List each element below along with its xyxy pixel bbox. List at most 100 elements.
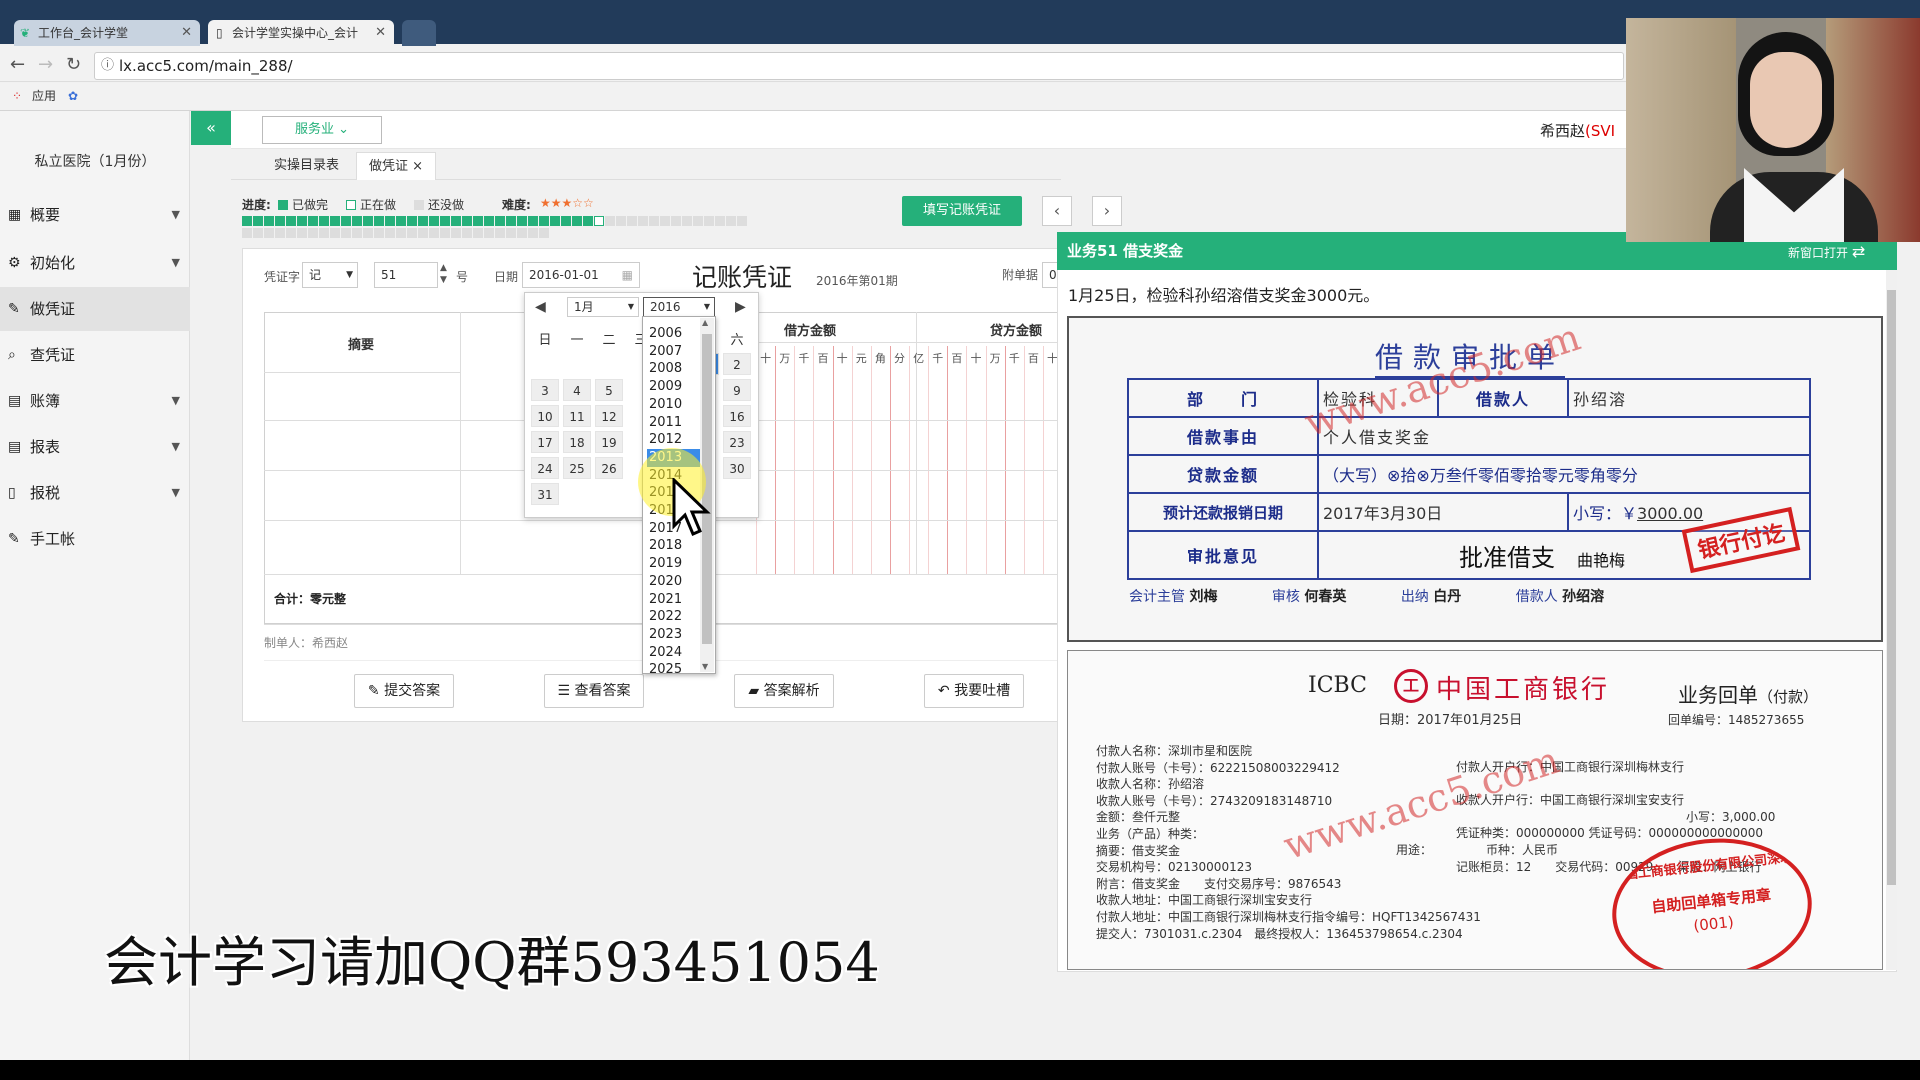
day-cell[interactable]: 9	[723, 379, 751, 401]
back-icon[interactable]: ←	[10, 54, 25, 75]
progress-cell[interactable]	[528, 228, 538, 238]
progress-cell[interactable]	[385, 228, 395, 238]
progress-cell[interactable]	[242, 216, 252, 226]
day-cell[interactable]: 18	[563, 431, 591, 453]
browser-tab-workbench[interactable]: ❦ 工作台_会计学堂 ✕	[14, 20, 200, 46]
progress-cell[interactable]	[605, 216, 615, 226]
progress-cell[interactable]	[363, 228, 373, 238]
year-option[interactable]: 2019	[647, 555, 701, 573]
date-input[interactable]: 2016-01-01 ▦	[522, 262, 640, 288]
fill-voucher-button[interactable]: 填写记账凭证	[902, 196, 1022, 226]
day-cell[interactable]: 5	[595, 379, 623, 401]
progress-cell[interactable]	[330, 228, 340, 238]
progress-cell[interactable]	[484, 216, 494, 226]
progress-cell[interactable]	[297, 216, 307, 226]
progress-cell[interactable]	[319, 216, 329, 226]
year-option[interactable]: 2010	[647, 396, 701, 414]
sidebar-item-reports[interactable]: ▤ 报表 ▼	[0, 425, 190, 469]
progress-cell[interactable]	[429, 228, 439, 238]
progress-cell[interactable]	[649, 216, 659, 226]
progress-cell[interactable]	[308, 216, 318, 226]
progress-cell[interactable]	[440, 216, 450, 226]
progress-cell[interactable]	[385, 216, 395, 226]
progress-cell[interactable]	[286, 228, 296, 238]
year-select[interactable]: 2016 ▼	[643, 297, 715, 317]
year-option[interactable]: 2021	[647, 591, 701, 609]
year-option[interactable]: 2020	[647, 573, 701, 591]
progress-cell[interactable]	[374, 216, 384, 226]
progress-cell[interactable]	[462, 228, 472, 238]
new-tab-button[interactable]	[402, 20, 436, 46]
progress-cell[interactable]	[352, 228, 362, 238]
day-cell[interactable]: 19	[595, 431, 623, 453]
progress-cell[interactable]	[253, 228, 263, 238]
progress-cell[interactable]	[440, 228, 450, 238]
progress-cell[interactable]	[286, 216, 296, 226]
industry-select[interactable]: 服务业 ⌄	[262, 116, 382, 144]
progress-cell[interactable]	[264, 216, 274, 226]
progress-cell[interactable]	[396, 228, 406, 238]
voucher-number-input[interactable]: 51	[374, 262, 438, 288]
progress-cell[interactable]	[484, 228, 494, 238]
year-option[interactable]: 2007	[647, 343, 701, 361]
voucher-word-select[interactable]: 记 ▼	[302, 262, 358, 288]
paw-icon[interactable]: ✿	[68, 89, 78, 103]
progress-cell[interactable]	[396, 216, 406, 226]
year-option[interactable]: 2008	[647, 360, 701, 378]
progress-cell[interactable]	[737, 216, 747, 226]
day-cell[interactable]: 10	[531, 405, 559, 427]
day-cell[interactable]: 4	[563, 379, 591, 401]
progress-cell[interactable]	[330, 216, 340, 226]
day-cell[interactable]: 24	[531, 457, 559, 479]
sidebar-item-init[interactable]: ⚙ 初始化 ▼	[0, 241, 190, 285]
answer-explain-button[interactable]: ▰ 答案解析	[734, 674, 834, 708]
prev-button[interactable]: ‹	[1042, 196, 1072, 226]
sidebar-item-ledger[interactable]: ▤ 账簿 ▼	[0, 379, 190, 423]
progress-cell[interactable]	[242, 228, 252, 238]
progress-cell[interactable]	[264, 228, 274, 238]
progress-cell[interactable]	[693, 216, 703, 226]
day-cell[interactable]: 17	[531, 431, 559, 453]
progress-cell[interactable]	[418, 228, 428, 238]
day-cell[interactable]: 12	[595, 405, 623, 427]
progress-cell[interactable]	[704, 216, 714, 226]
progress-cell[interactable]	[275, 216, 285, 226]
year-option[interactable]: 2012	[647, 431, 701, 449]
progress-cell[interactable]	[374, 228, 384, 238]
open-new-window-link[interactable]: 新窗口打开 ⇄	[1788, 242, 1865, 261]
day-cell[interactable]: 30	[723, 457, 751, 479]
progress-cell[interactable]	[671, 216, 681, 226]
progress-cell[interactable]	[572, 216, 582, 226]
progress-cell[interactable]	[407, 216, 417, 226]
day-cell[interactable]: 11	[563, 405, 591, 427]
progress-cell[interactable]	[363, 216, 373, 226]
url-input[interactable]: ⓘ lx.acc5.com/main_288/	[94, 52, 1624, 80]
year-option[interactable]: 2009	[647, 378, 701, 396]
progress-cell[interactable]	[726, 216, 736, 226]
day-cell[interactable]: 26	[595, 457, 623, 479]
reload-icon[interactable]: ↻	[66, 54, 81, 75]
progress-cell[interactable]	[297, 228, 307, 238]
progress-cell[interactable]	[407, 228, 417, 238]
progress-cell[interactable]	[561, 216, 571, 226]
apps-bookmark[interactable]: 应用	[32, 89, 56, 103]
view-answer-button[interactable]: ☰ 查看答案	[544, 674, 644, 708]
progress-cell[interactable]	[506, 216, 516, 226]
day-cell[interactable]: 25	[563, 457, 591, 479]
browser-tab-practice[interactable]: ▯ 会计学堂实操中心_会计 ✕	[208, 20, 394, 46]
tab-practice-index[interactable]: 实操目录表	[262, 152, 351, 180]
document-scroll-thumb[interactable]	[1887, 290, 1896, 885]
sidebar-item-tax[interactable]: ▯ 报税 ▼	[0, 471, 190, 515]
progress-cell[interactable]	[308, 228, 318, 238]
year-option[interactable]: 2011	[647, 414, 701, 432]
progress-cell[interactable]	[253, 216, 263, 226]
sidebar-item-make-voucher[interactable]: ✎ 做凭证	[0, 287, 190, 331]
month-select[interactable]: 1月 ▼	[567, 297, 639, 317]
sidebar-item-query-voucher[interactable]: ⌕ 查凭证	[0, 333, 190, 377]
year-option[interactable]: 2024	[647, 644, 701, 662]
progress-cell[interactable]	[418, 216, 428, 226]
progress-cell[interactable]	[594, 216, 604, 226]
progress-cell[interactable]	[627, 216, 637, 226]
progress-cell[interactable]	[451, 216, 461, 226]
apps-grid-icon[interactable]: ⁘	[12, 83, 22, 109]
